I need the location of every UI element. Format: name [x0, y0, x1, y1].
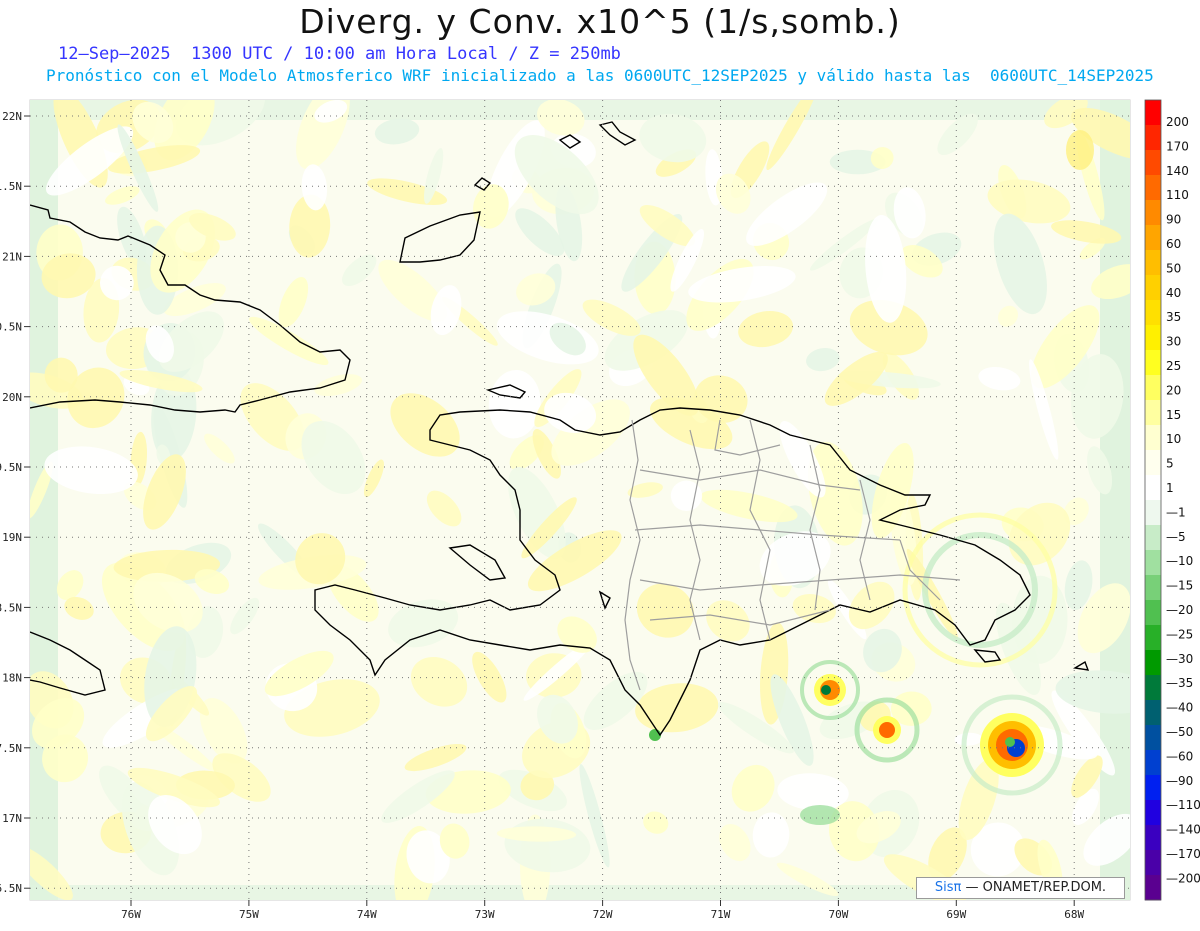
- colorbar-label: —110: [1166, 798, 1200, 812]
- colorbar-label: 50: [1166, 261, 1181, 275]
- map-figure: 22N 21.5N 21N 20.5N 20N 19.5N 19N 18.5N 18N 17.5N…: [0, 0, 1200, 927]
- colorbar-label: 10: [1166, 432, 1181, 446]
- colorbar-label: —10: [1166, 554, 1193, 568]
- colorbar: 200 170 140 110 90 60 50 40 35 30 25 20 15 10 5 1 —1 —5 —1…: [1144, 99, 1200, 901]
- colorbar-swatch: [1145, 575, 1161, 601]
- lat-label: 19.5N: [0, 461, 22, 474]
- colorbar-swatch: [1145, 875, 1161, 901]
- longitude-labels: 76W 75W 74W 73W 72W 71W 70W 69W 68W: [121, 908, 1084, 921]
- colorbar-label: —60: [1166, 749, 1193, 763]
- lat-label: 16.5N: [0, 882, 22, 895]
- colorbar-label: 140: [1166, 164, 1189, 178]
- colorbar-swatch: [1145, 775, 1161, 801]
- colorbar-swatch: [1145, 375, 1161, 401]
- colorbar-swatch: [1145, 250, 1161, 276]
- colorbar-label: 40: [1166, 286, 1181, 300]
- colorbar-swatch: [1145, 825, 1161, 851]
- colorbar-label: —25: [1166, 627, 1193, 641]
- lat-label: 18.5N: [0, 601, 22, 614]
- colorbar-label: —20: [1166, 603, 1193, 617]
- colorbar-label: 110: [1166, 188, 1189, 202]
- credit-text: — ONAMET/REP.DOM.: [965, 880, 1107, 895]
- colorbar-label: 25: [1166, 359, 1181, 373]
- lon-label: 75W: [239, 908, 259, 921]
- lat-label: 17.5N: [0, 742, 22, 755]
- colorbar-swatch: [1145, 125, 1161, 151]
- lat-label: 21.5N: [0, 180, 22, 193]
- colorbar-label: —1: [1166, 505, 1186, 519]
- colorbar-swatch: [1145, 550, 1161, 576]
- lat-label: 18N: [2, 672, 22, 685]
- colorbar-swatch: [1145, 100, 1161, 126]
- colorbar-label: —140: [1166, 823, 1200, 837]
- colorbar-label: 20: [1166, 383, 1181, 397]
- colorbar-swatch: [1145, 475, 1161, 501]
- colorbar-swatch: [1145, 700, 1161, 726]
- lon-label: 69W: [946, 908, 966, 921]
- colorbar-label: 5: [1166, 457, 1174, 471]
- colorbar-label: —5: [1166, 530, 1186, 544]
- colorbar-swatch: [1145, 325, 1161, 351]
- colorbar-label: 30: [1166, 335, 1181, 349]
- colorbar-label: 200: [1166, 115, 1189, 129]
- lat-label: 20.5N: [0, 321, 22, 334]
- lat-label: 21N: [2, 250, 22, 263]
- latitude-labels: 22N 21.5N 21N 20.5N 20N 19.5N 19N 18.5N 18N 17.5N…: [0, 110, 22, 895]
- lat-label: 17N: [2, 812, 22, 825]
- lat-label: 20N: [2, 391, 22, 404]
- lon-label: 76W: [121, 908, 141, 921]
- colorbar-swatch: [1145, 525, 1161, 551]
- colorbar-swatch: [1145, 300, 1161, 326]
- colorbar-swatch: [1145, 750, 1161, 776]
- colorbar-swatch: [1145, 200, 1161, 226]
- credit-box: Sisπ — ONAMET/REP.DOM.: [916, 877, 1125, 899]
- divergence-field: [30, 100, 1130, 900]
- colorbar-swatch: [1145, 625, 1161, 651]
- colorbar-label: 170: [1166, 139, 1189, 153]
- lon-label: 73W: [475, 908, 495, 921]
- colorbar-label: —15: [1166, 579, 1193, 593]
- map-svg: 22N 21.5N 21N 20.5N 20N 19.5N 19N 18.5N 18N 17.5N…: [0, 99, 1200, 921]
- colorbar-label: —35: [1166, 676, 1193, 690]
- colorbar-label: —170: [1166, 847, 1200, 861]
- colorbar-label: 15: [1166, 408, 1181, 422]
- colorbar-swatch: [1145, 225, 1161, 251]
- colorbar-label: —30: [1166, 652, 1193, 666]
- colorbar-label: 90: [1166, 213, 1181, 227]
- lat-label: 22N: [2, 110, 22, 123]
- colorbar-swatch: [1145, 175, 1161, 201]
- colorbar-swatch: [1145, 150, 1161, 176]
- colorbar-label: —90: [1166, 774, 1193, 788]
- colorbar-label: 1: [1166, 481, 1174, 495]
- colorbar-swatch: [1145, 350, 1161, 376]
- colorbar-swatch: [1145, 425, 1161, 451]
- colorbar-swatch: [1145, 400, 1161, 426]
- colorbar-label: 60: [1166, 237, 1181, 251]
- colorbar-swatch: [1145, 725, 1161, 751]
- colorbar-label: —50: [1166, 725, 1193, 739]
- colorbar-swatch: [1145, 450, 1161, 476]
- colorbar-swatch: [1145, 850, 1161, 876]
- colorbar-swatch: [1145, 800, 1161, 826]
- colorbar-swatch: [1145, 675, 1161, 701]
- sispi-logo-text: Sisπ: [934, 880, 962, 895]
- colorbar-label: 35: [1166, 310, 1181, 324]
- lon-label: 71W: [711, 908, 731, 921]
- lon-label: 74W: [357, 908, 377, 921]
- lon-label: 68W: [1064, 908, 1084, 921]
- colorbar-swatch: [1145, 275, 1161, 301]
- colorbar-swatch: [1145, 600, 1161, 626]
- lon-label: 70W: [828, 908, 848, 921]
- colorbar-label: —40: [1166, 701, 1193, 715]
- colorbar-swatch: [1145, 500, 1161, 526]
- colorbar-label: —200: [1166, 871, 1200, 885]
- lat-label: 19N: [2, 531, 22, 544]
- colorbar-swatch: [1145, 650, 1161, 676]
- lon-label: 72W: [593, 908, 613, 921]
